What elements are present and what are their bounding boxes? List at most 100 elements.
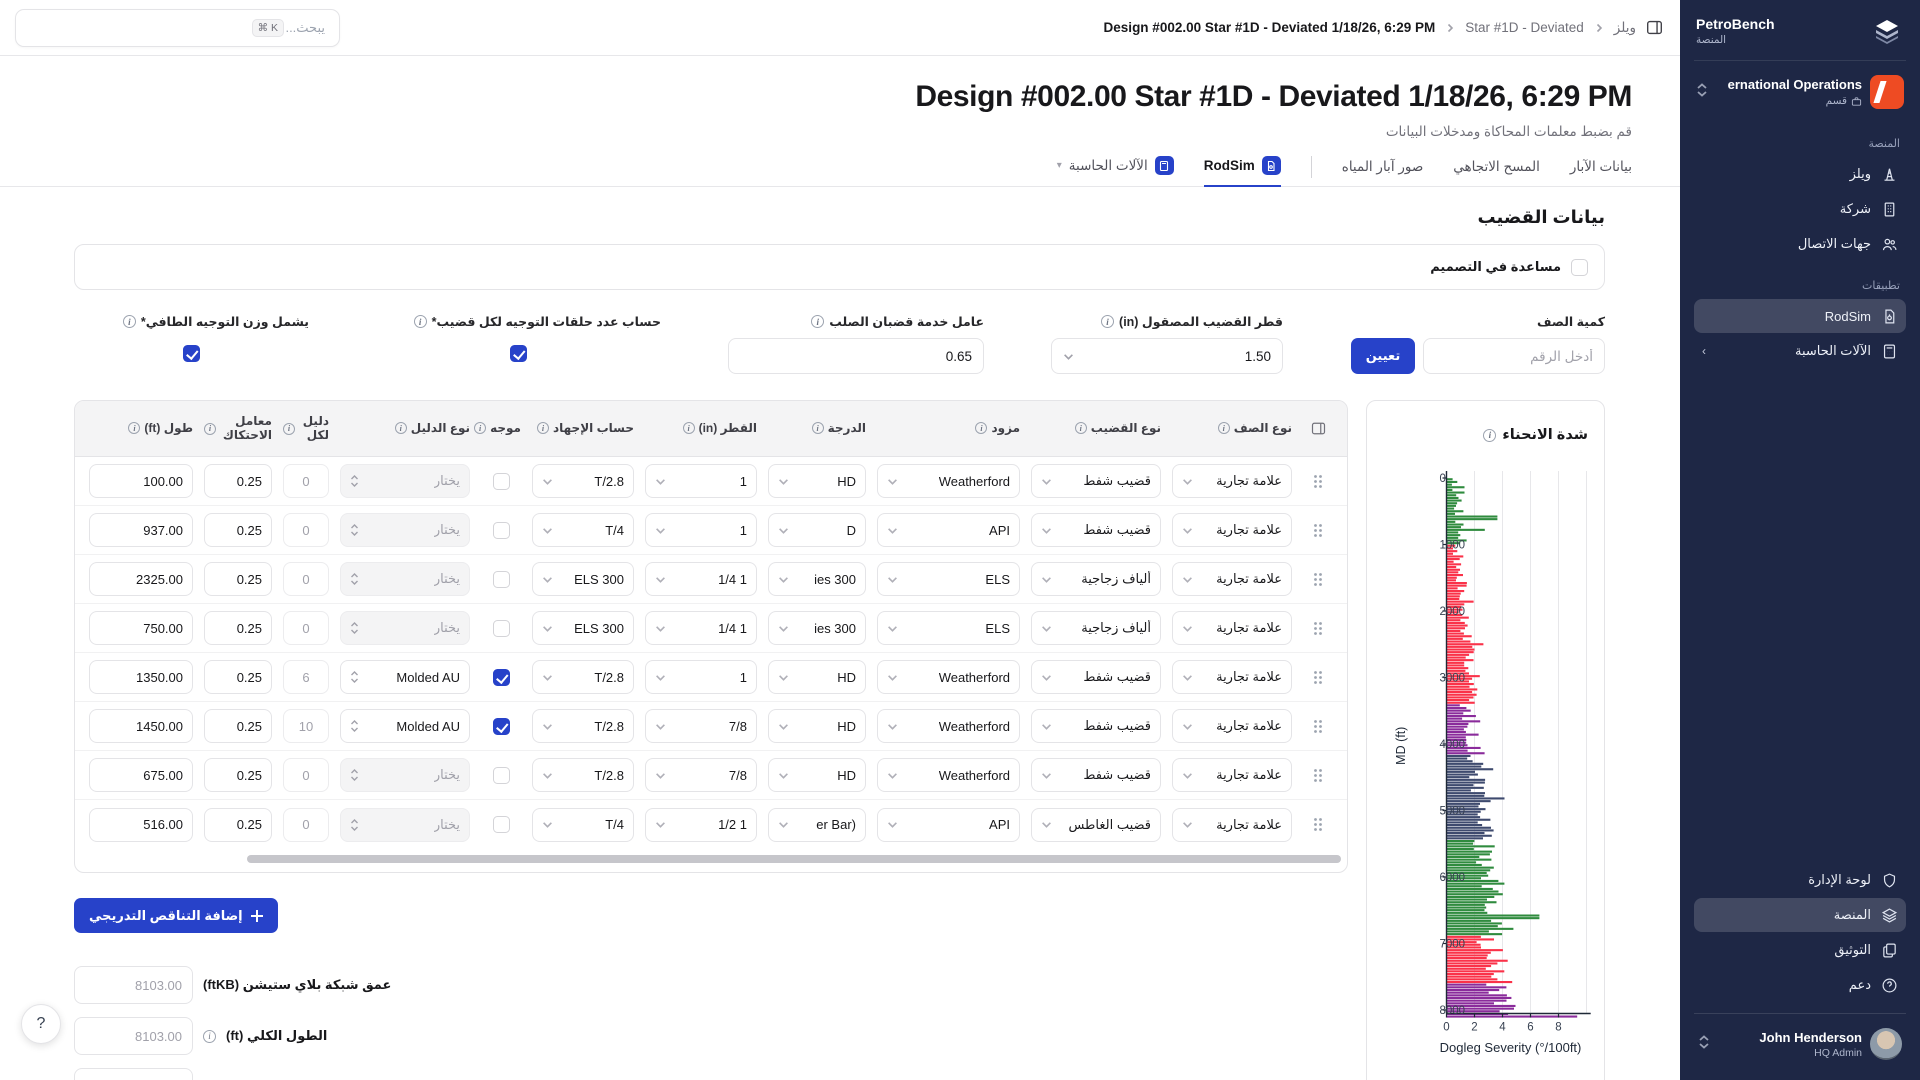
vendor-select[interactable]: API (877, 808, 1020, 842)
row-type-select[interactable]: علامة تجارية (1172, 513, 1292, 547)
guide-type-select[interactable]: Molded AU (340, 660, 470, 694)
guide-type-select[interactable]: يختار (340, 758, 470, 792)
vendor-select[interactable]: API (877, 513, 1020, 547)
stress-calc-select[interactable]: ELS 300 (532, 611, 634, 645)
sidebar-item-derrick[interactable]: ويلز (1694, 157, 1906, 191)
tab-rodsim[interactable]: RodSim (1204, 156, 1281, 186)
tab-plain[interactable]: صور آبار المياه (1342, 159, 1424, 186)
stress-calc-select[interactable]: T/4 (532, 513, 634, 547)
info-icon[interactable] (204, 423, 216, 435)
length-input[interactable] (89, 611, 193, 645)
info-icon[interactable] (975, 422, 987, 434)
guides-per-rod-input[interactable] (283, 709, 329, 743)
grade-select[interactable]: er Bar) (768, 808, 866, 842)
rod-type-select[interactable]: ألياف زجاجية (1031, 562, 1161, 596)
info-icon[interactable] (811, 315, 824, 328)
stress-calc-select[interactable]: T/4 (532, 808, 634, 842)
design-assist-checkbox[interactable] (1571, 259, 1588, 276)
guide-type-select[interactable]: Molded AU (340, 709, 470, 743)
guided-checkbox[interactable] (493, 718, 510, 735)
guides-per-rod-input[interactable] (283, 513, 329, 547)
info-icon[interactable] (1218, 422, 1230, 434)
length-input[interactable] (89, 808, 193, 842)
length-input[interactable] (89, 464, 193, 498)
guided-checkbox[interactable] (493, 767, 510, 784)
info-icon[interactable] (683, 422, 695, 434)
grade-select[interactable]: D (768, 513, 866, 547)
sidebar-item-help[interactable]: دعم (1694, 968, 1906, 1002)
length-input[interactable] (89, 758, 193, 792)
grade-select[interactable]: HD (768, 709, 866, 743)
drag-handle-icon[interactable] (1303, 670, 1333, 685)
grade-select[interactable]: HD (768, 758, 866, 792)
service-factor-input[interactable] (728, 338, 984, 374)
guides-per-rod-input[interactable] (283, 562, 329, 596)
info-icon[interactable] (474, 422, 486, 434)
guided-checkbox[interactable] (493, 816, 510, 833)
info-icon[interactable] (395, 422, 407, 434)
sidebar-item-docs[interactable]: التوثيق (1694, 933, 1906, 967)
tab-calculator[interactable]: الآلات الحاسبة▾ (1057, 156, 1174, 186)
guide-rings-checkbox[interactable] (510, 345, 527, 362)
friction-input[interactable] (204, 464, 272, 498)
diameter-select[interactable]: 1/4 1 (645, 562, 757, 596)
stress-calc-select[interactable]: ELS 300 (532, 562, 634, 596)
user-menu[interactable]: John Henderson HQ Admin (1694, 1022, 1906, 1066)
rod-type-select[interactable]: ألياف زجاجية (1031, 611, 1161, 645)
vendor-select[interactable]: ELS (877, 562, 1020, 596)
guided-checkbox[interactable] (493, 473, 510, 490)
info-icon[interactable] (537, 422, 549, 434)
sidebar-item-contacts[interactable]: جهات الاتصال (1694, 227, 1906, 261)
rod-type-select[interactable]: قضيب شفط (1031, 513, 1161, 547)
diameter-select[interactable]: 1/2 1 (645, 808, 757, 842)
diameter-select[interactable]: 1 (645, 513, 757, 547)
rod-type-select[interactable]: قضيب شفط (1031, 464, 1161, 498)
diameter-select[interactable]: 7/8 (645, 758, 757, 792)
rod-type-select[interactable]: قضيب شفط (1031, 758, 1161, 792)
info-icon[interactable] (1101, 315, 1114, 328)
sidebar-item-rodsim[interactable]: RodSim (1694, 299, 1906, 333)
rod-type-select[interactable]: قضيب الغاطس (1031, 808, 1161, 842)
friction-input[interactable] (204, 611, 272, 645)
vendor-select[interactable]: ELS (877, 611, 1020, 645)
org-switcher[interactable]: ernational Operations قسم (1694, 61, 1906, 119)
guides-per-rod-input[interactable] (283, 611, 329, 645)
breadcrumb-parent[interactable]: Star #1D - Deviated (1465, 20, 1584, 35)
info-icon[interactable] (414, 315, 427, 328)
diameter-select[interactable]: 1/4 1 (645, 611, 757, 645)
info-icon[interactable] (1075, 422, 1087, 434)
friction-input[interactable] (204, 709, 272, 743)
row-qty-input[interactable] (1423, 338, 1605, 374)
guide-type-select[interactable]: يختار (340, 513, 470, 547)
footer-field-input[interactable] (74, 966, 193, 1004)
guided-checkbox[interactable] (493, 522, 510, 539)
sidebar-item-calculator[interactable]: الآلات الحاسبة› (1694, 334, 1906, 368)
drag-handle-icon[interactable] (1303, 768, 1333, 783)
length-input[interactable] (89, 709, 193, 743)
drag-handle-icon[interactable] (1303, 474, 1333, 489)
info-icon[interactable] (283, 423, 295, 435)
row-type-select[interactable]: علامة تجارية (1172, 611, 1292, 645)
diameter-select[interactable]: 7/8 (645, 709, 757, 743)
info-icon[interactable] (123, 315, 136, 328)
footer-field-input[interactable] (74, 1017, 193, 1055)
vendor-select[interactable]: Weatherford (877, 464, 1020, 498)
sidebar-item-building[interactable]: شركة (1694, 192, 1906, 226)
rod-type-select[interactable]: قضيب شفط (1031, 709, 1161, 743)
info-icon[interactable] (812, 422, 824, 434)
row-type-select[interactable]: علامة تجارية (1172, 464, 1292, 498)
length-input[interactable] (89, 660, 193, 694)
guides-per-rod-input[interactable] (283, 660, 329, 694)
scrollbar-thumb[interactable] (247, 855, 1341, 863)
footer-field-input[interactable] (74, 1068, 193, 1080)
stress-calc-select[interactable]: T/2.8 (532, 709, 634, 743)
drag-handle-icon[interactable] (1303, 523, 1333, 538)
length-input[interactable] (89, 513, 193, 547)
drag-handle-icon[interactable] (1303, 621, 1333, 636)
grade-select[interactable]: ies 300 (768, 611, 866, 645)
drag-handle-icon[interactable] (1303, 719, 1333, 734)
tab-plain[interactable]: بيانات الآبار (1570, 159, 1632, 186)
friction-input[interactable] (204, 758, 272, 792)
guides-per-rod-input[interactable] (283, 808, 329, 842)
friction-input[interactable] (204, 660, 272, 694)
